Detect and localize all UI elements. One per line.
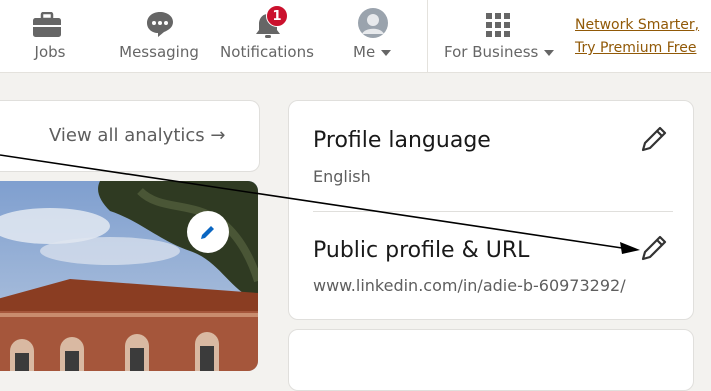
section-divider: [313, 211, 673, 212]
nav-me-row: Me: [353, 43, 392, 61]
profile-settings-card: Profile language English Public profile …: [288, 100, 694, 320]
view-analytics-button[interactable]: View all analytics →: [0, 100, 260, 172]
nav-messaging-label: Messaging: [119, 43, 199, 61]
premium-link[interactable]: Network Smarter, Try Premium Free: [575, 14, 699, 60]
briefcase-icon: [33, 12, 61, 37]
nav-for-business-row: For Business: [444, 43, 555, 61]
profile-language-value: English: [313, 167, 371, 186]
campus-photo-illustration: [0, 181, 258, 371]
premium-line-1: Network Smarter,: [575, 17, 700, 33]
notifications-badge: 1: [266, 5, 288, 27]
grid-icon: [486, 13, 510, 37]
background-photo: [0, 181, 258, 371]
profile-language-title: Profile language: [313, 128, 491, 153]
nav-me[interactable]: Me: [350, 0, 400, 72]
edit-profile-language-pencil-icon[interactable]: [639, 124, 669, 154]
nav-me-label: Me: [353, 43, 376, 61]
caret-down-icon: [380, 50, 391, 56]
premium-line-2: Try Premium Free: [575, 40, 697, 56]
avatar: [358, 8, 388, 38]
nav-divider: [427, 0, 428, 72]
chat-icon: [147, 12, 173, 37]
nav-messaging[interactable]: Messaging: [118, 0, 200, 72]
nav-for-business[interactable]: For Business: [444, 0, 555, 72]
top-nav: Jobs Messaging 1 Notifications Me For Bu…: [0, 0, 711, 73]
pencil-icon: [201, 226, 214, 239]
public-profile-url: www.linkedin.com/in/adie-b-60973292/: [313, 276, 626, 295]
public-profile-title: Public profile & URL: [313, 238, 530, 263]
bell-wrapper: 1: [253, 5, 288, 40]
nav-jobs[interactable]: Jobs: [24, 0, 76, 72]
nav-notifications[interactable]: 1 Notifications: [220, 0, 314, 72]
next-card: [288, 329, 694, 391]
caret-down-icon: [544, 50, 555, 56]
nav-jobs-label: Jobs: [34, 43, 66, 61]
view-analytics-label: View all analytics →: [49, 125, 226, 146]
edit-photo-button[interactable]: [187, 211, 229, 253]
edit-public-profile-pencil-icon[interactable]: [639, 233, 669, 263]
nav-for-business-label: For Business: [444, 43, 539, 61]
nav-notifications-label: Notifications: [220, 43, 314, 61]
